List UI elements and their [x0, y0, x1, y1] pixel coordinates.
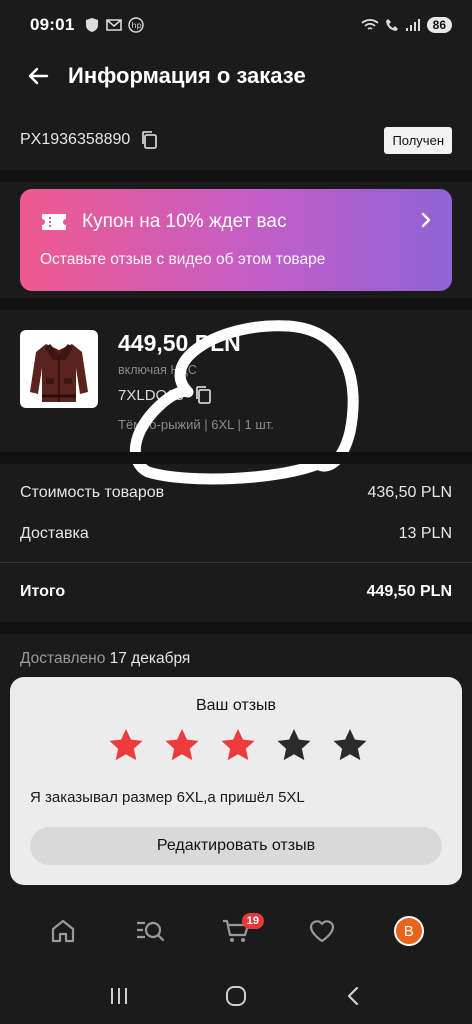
leather-jacket-image [30, 344, 88, 402]
recents-icon [110, 987, 127, 1004]
nav-profile[interactable]: B [385, 907, 433, 955]
copy-icon[interactable] [194, 385, 212, 405]
review-text: Я заказывал размер 6XL,а пришёл 5XL [30, 789, 305, 806]
star-filled-icon[interactable] [164, 727, 200, 763]
back-nav-button[interactable] [333, 976, 373, 1016]
arrow-left-icon [28, 67, 49, 85]
svg-text:hp: hp [132, 21, 142, 30]
product-price: 449,50 PLN [118, 330, 241, 356]
hp-icon: hp [128, 17, 145, 33]
system-navigation [0, 967, 472, 1024]
divider [0, 562, 472, 563]
profile-avatar: B [393, 916, 424, 946]
edit-review-button[interactable]: Редактировать отзыв [30, 827, 442, 865]
status-badge: Получен [384, 126, 452, 154]
chevron-right-icon [420, 209, 432, 235]
delivery-cost-value: 13 PLN [398, 524, 452, 542]
status-right: 86 [361, 17, 452, 33]
delivery-cost-row: Доставка 13 PLN [0, 513, 472, 554]
product-vat: включая НДС [118, 363, 197, 377]
section-divider [0, 622, 472, 634]
bottom-nav: 19 B [0, 895, 472, 967]
battery-indicator: 86 [426, 17, 452, 33]
home-button[interactable] [216, 976, 256, 1016]
product-item[interactable]: 449,50 PLN включая НДС 7XLDQ25 Тёмно-рыж… [0, 312, 472, 452]
section-divider [0, 298, 472, 310]
copy-icon[interactable] [140, 130, 158, 150]
star-empty-icon[interactable] [332, 727, 368, 763]
order-id: PX1936358890 [20, 131, 131, 148]
star-filled-icon[interactable] [108, 727, 144, 763]
star-rating[interactable] [108, 727, 368, 763]
page-title: Информация о заказе [68, 63, 306, 88]
nav-catalog[interactable] [126, 907, 174, 955]
goods-cost-row: Стоимость товаров 436,50 PLN [0, 472, 472, 513]
heart-icon [310, 920, 335, 943]
nav-home[interactable] [39, 907, 87, 955]
mail-icon [106, 19, 123, 31]
section-divider [0, 170, 472, 182]
product-image[interactable] [20, 330, 98, 408]
call-icon [385, 19, 398, 31]
cost-summary: Стоимость товаров 436,50 PLN Доставка 13… [0, 472, 472, 612]
home-circle-icon [225, 985, 246, 1006]
total-label: Итого [20, 582, 66, 600]
notification-icons: hp [84, 17, 145, 33]
home-icon [52, 919, 75, 943]
shield-icon [86, 18, 99, 32]
coupon-banner[interactable]: Купон на 10% ждет вас Оставьте отзыв с в… [20, 189, 452, 291]
section-divider [0, 452, 472, 464]
cart-count-badge: 19 [241, 913, 264, 929]
delivered-date: 17 декабря [109, 650, 191, 667]
product-info: 449,50 PLN включая НДС 7XLDQ25 Тёмно-рыж… [118, 330, 274, 432]
review-card: Ваш отзыв Я заказывал размер 6XL,а пришё… [10, 677, 462, 885]
goods-cost-label: Стоимость товаров [20, 483, 165, 501]
review-title: Ваш отзыв [195, 697, 277, 714]
coupon-subtitle: Оставьте отзыв с видео об этом товаре [40, 251, 326, 268]
delivery-cost-label: Доставка [20, 524, 89, 542]
order-row: PX1936358890 Получен [0, 115, 472, 165]
catalog-search-icon [136, 921, 164, 942]
recents-button[interactable] [99, 976, 139, 1016]
status-time: 09:01 [30, 15, 75, 34]
nav-cart[interactable]: 19 [212, 907, 264, 955]
coupon-title: Купон на 10% ждет вас [82, 211, 287, 232]
back-chevron-icon [348, 986, 359, 1005]
star-filled-icon[interactable] [220, 727, 256, 763]
total-value: 449,50 PLN [366, 582, 452, 600]
star-empty-icon[interactable] [276, 727, 312, 763]
back-button[interactable] [18, 56, 58, 96]
delivered-label: Доставлено [20, 650, 106, 667]
total-row: Итого 449,50 PLN [0, 571, 472, 612]
nav-favorites[interactable] [298, 907, 346, 955]
product-variant: Тёмно-рыжий | 6XL | 1 шт. [118, 417, 274, 432]
goods-cost-value: 436,50 PLN [367, 483, 452, 501]
ticket-icon [42, 214, 66, 230]
header: Информация о заказе [0, 50, 472, 102]
signal-icon [405, 19, 420, 31]
product-sku: 7XLDQ25 [118, 386, 184, 404]
delivery-status: Доставлено 17 декабря [20, 650, 190, 668]
wifi-icon [361, 19, 379, 30]
status-bar: 09:01 hp 86 [0, 0, 472, 50]
